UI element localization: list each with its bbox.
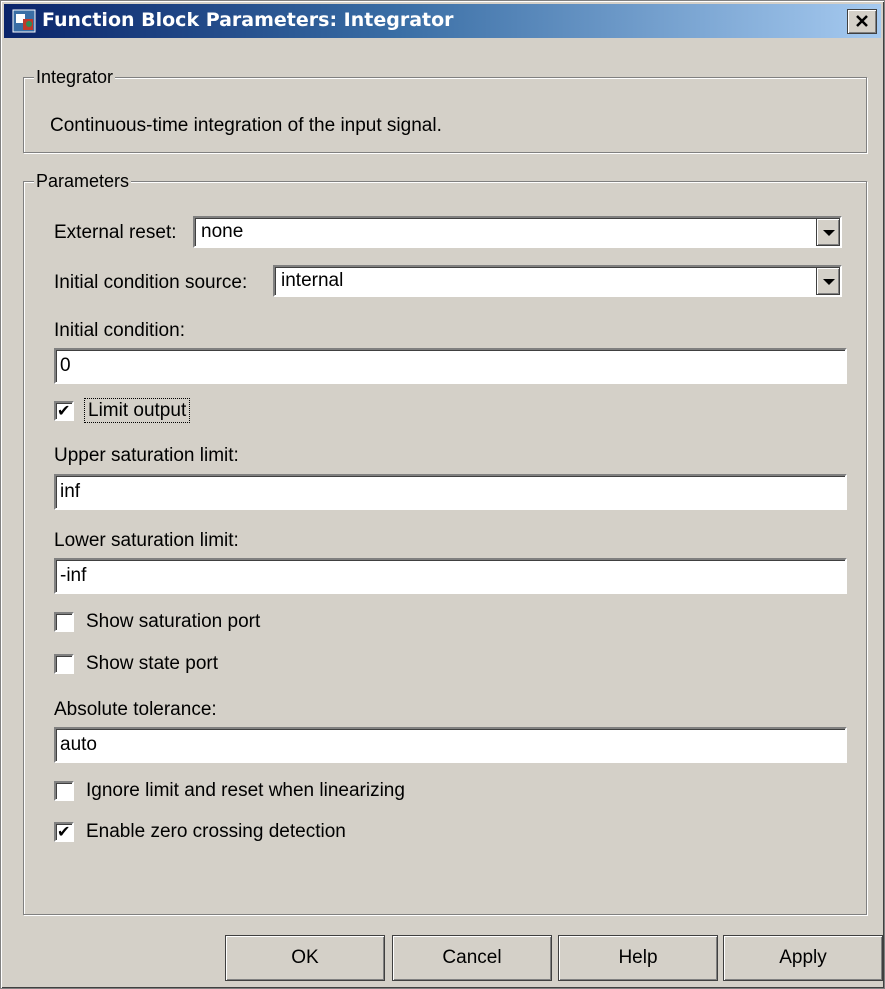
- ic-source-select[interactable]: internal: [273, 265, 842, 297]
- external-reset-select[interactable]: none: [193, 216, 842, 248]
- initial-condition-input[interactable]: [54, 348, 847, 384]
- block-description-group: Integrator Continuous-time integration o…: [23, 66, 867, 153]
- abs-tolerance-input[interactable]: [54, 727, 847, 763]
- limit-output-checkbox[interactable]: ✔: [54, 401, 74, 421]
- ignore-limit-label: Ignore limit and reset when linearizing: [86, 780, 405, 801]
- close-icon: [856, 15, 868, 27]
- zero-crossing-checkbox[interactable]: ✔: [54, 822, 74, 842]
- ok-button[interactable]: OK: [225, 935, 385, 981]
- ic-source-value: internal: [281, 270, 344, 291]
- parameters-group-title: Parameters: [34, 170, 132, 192]
- upper-limit-label: Upper saturation limit:: [54, 445, 239, 466]
- dialog-window: Function Block Parameters: Integrator In…: [0, 0, 885, 989]
- show-state-port-checkbox[interactable]: [54, 654, 74, 674]
- upper-limit-input[interactable]: [54, 474, 847, 510]
- close-button[interactable]: [847, 9, 877, 34]
- external-reset-value: none: [201, 221, 244, 242]
- chevron-down-icon[interactable]: [816, 267, 840, 295]
- title-bar[interactable]: Function Block Parameters: Integrator: [4, 4, 881, 38]
- apply-button[interactable]: Apply: [723, 935, 883, 981]
- show-state-port-label: Show state port: [86, 653, 219, 674]
- show-saturation-port-label: Show saturation port: [86, 611, 261, 632]
- block-group-title: Integrator: [34, 66, 116, 88]
- lower-limit-label: Lower saturation limit:: [54, 530, 239, 551]
- ignore-limit-checkbox[interactable]: [54, 781, 74, 801]
- window-title: Function Block Parameters: Integrator: [42, 9, 454, 31]
- help-button[interactable]: Help: [558, 935, 718, 981]
- simulink-block-icon: [12, 9, 36, 33]
- abs-tolerance-label: Absolute tolerance:: [54, 699, 217, 720]
- cancel-button[interactable]: Cancel: [392, 935, 552, 981]
- limit-output-label: Limit output: [83, 398, 191, 423]
- check-icon: ✔: [57, 401, 71, 420]
- initial-condition-label: Initial condition:: [54, 320, 185, 341]
- ic-source-label: Initial condition source:: [54, 272, 248, 293]
- check-icon: ✔: [57, 822, 71, 841]
- chevron-down-icon[interactable]: [816, 218, 840, 246]
- block-description: Continuous-time integration of the input…: [50, 115, 442, 136]
- external-reset-label: External reset:: [54, 222, 177, 243]
- show-saturation-port-checkbox[interactable]: [54, 612, 74, 632]
- lower-limit-input[interactable]: [54, 558, 847, 594]
- zero-crossing-label: Enable zero crossing detection: [86, 821, 346, 842]
